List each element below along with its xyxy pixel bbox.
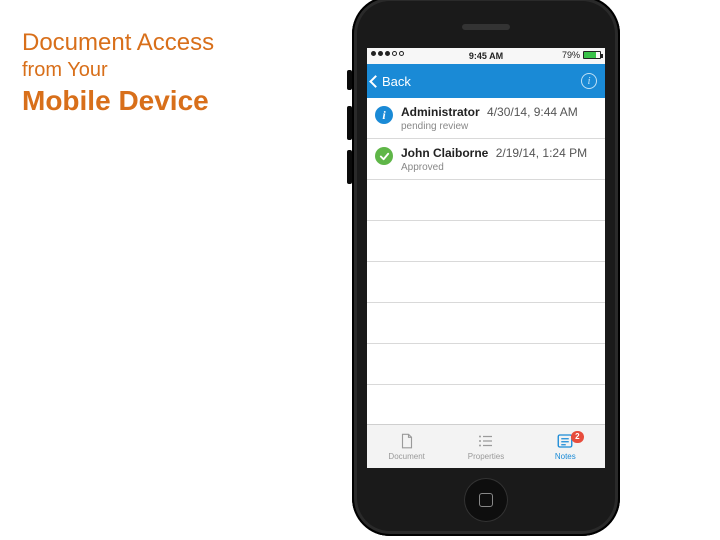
check-circle-icon bbox=[375, 147, 393, 165]
row-date: 2/19/14, 1:24 PM bbox=[496, 146, 587, 160]
list-item-empty bbox=[367, 180, 605, 221]
row-name: John Claiborne bbox=[401, 146, 488, 160]
nav-bar: Back i bbox=[367, 64, 605, 98]
phone-screen: 9:45 AM 79% Back i i Administrator 4/30/… bbox=[367, 48, 605, 468]
tab-label: Document bbox=[388, 452, 424, 461]
status-time: 9:45 AM bbox=[469, 51, 503, 61]
list-item-empty bbox=[367, 344, 605, 385]
title-line-1: Document Access bbox=[22, 28, 214, 58]
tab-label: Notes bbox=[555, 452, 576, 461]
list-item-empty bbox=[367, 385, 605, 426]
info-circle-icon: i bbox=[375, 106, 393, 124]
info-icon[interactable]: i bbox=[581, 73, 597, 89]
tab-properties[interactable]: Properties bbox=[446, 425, 525, 468]
row-status: Approved bbox=[401, 162, 595, 173]
list-item[interactable]: i Administrator 4/30/14, 9:44 AM pending… bbox=[367, 98, 605, 139]
phone-earpiece bbox=[462, 24, 510, 30]
home-square-icon bbox=[479, 493, 493, 507]
slide-title: Document Access from Your Mobile Device bbox=[22, 28, 214, 118]
empty-rows bbox=[367, 180, 605, 426]
phone-side-button bbox=[347, 150, 352, 184]
title-line-2: from Your bbox=[22, 58, 214, 83]
document-icon bbox=[397, 432, 417, 450]
tab-bar: Document Properties 2 Notes bbox=[367, 424, 605, 468]
phone-side-button bbox=[347, 70, 352, 90]
back-button[interactable]: Back bbox=[367, 74, 411, 89]
row-date: 4/30/14, 9:44 AM bbox=[487, 105, 578, 119]
list-item-empty bbox=[367, 303, 605, 344]
tab-document[interactable]: Document bbox=[367, 425, 446, 468]
status-bar: 9:45 AM 79% bbox=[367, 48, 605, 64]
list-item-empty bbox=[367, 262, 605, 303]
notes-badge: 2 bbox=[571, 431, 583, 443]
list-item[interactable]: John Claiborne 2/19/14, 1:24 PM Approved bbox=[367, 139, 605, 180]
chevron-left-icon bbox=[369, 75, 382, 88]
back-label: Back bbox=[382, 74, 411, 89]
phone-side-button bbox=[347, 106, 352, 140]
tab-label: Properties bbox=[468, 452, 504, 461]
phone-frame: 9:45 AM 79% Back i i Administrator 4/30/… bbox=[352, 0, 620, 536]
home-button[interactable] bbox=[464, 478, 508, 522]
notes-list: i Administrator 4/30/14, 9:44 AM pending… bbox=[367, 98, 605, 426]
list-icon bbox=[476, 432, 496, 450]
signal-dots-icon bbox=[371, 51, 404, 56]
battery-percent: 79% bbox=[562, 50, 580, 60]
title-line-3: Mobile Device bbox=[22, 83, 214, 118]
row-name: Administrator bbox=[401, 105, 480, 119]
row-status: pending review bbox=[401, 121, 595, 132]
tab-notes[interactable]: 2 Notes bbox=[526, 425, 605, 468]
list-item-empty bbox=[367, 221, 605, 262]
battery-icon bbox=[583, 51, 601, 59]
